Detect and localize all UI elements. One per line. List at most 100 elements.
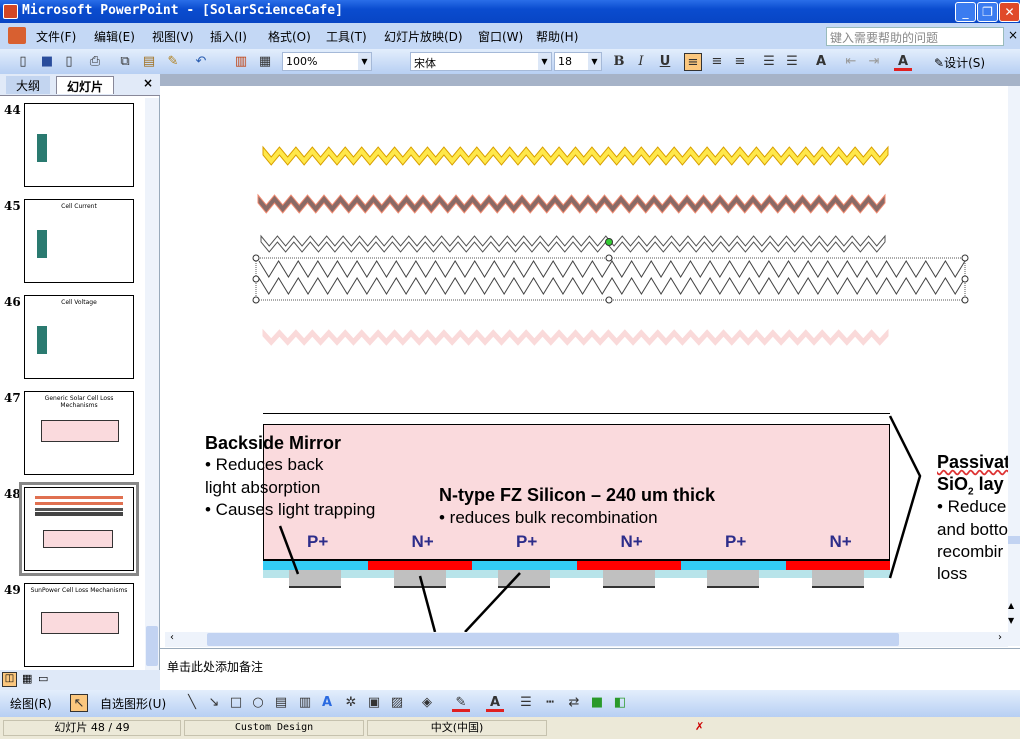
menu-file[interactable]: 文件(F) [36,28,76,45]
numbering-icon[interactable]: ☰ [760,53,778,71]
next-slide-icon[interactable]: ▼ [1008,616,1014,625]
close-pane-icon[interactable]: × [143,76,153,90]
chevron-down-icon[interactable]: ▼ [538,53,551,70]
notes-pane[interactable]: 单击此处添加备注 [160,648,1020,688]
slide-horizontal-scrollbar[interactable]: ‹ › [165,632,1008,647]
diagram-icon[interactable]: ✲ [342,694,360,712]
print-icon[interactable]: ⎙ [86,53,104,71]
font-size-select[interactable]: 18 ▼ [554,52,602,71]
slide-sorter-icon[interactable]: ▦ [22,672,32,685]
table-icon[interactable]: ▦ [256,53,274,71]
menu-window[interactable]: 窗口(W) [478,28,523,45]
zoom-value: 100% [286,55,318,68]
shadow-icon[interactable]: ■ [588,694,606,712]
powerpoint-app-icon[interactable] [3,4,18,19]
menu-format[interactable]: 格式(O) [268,28,311,45]
slide-thumbnail[interactable] [19,482,139,576]
slide-canvas[interactable]: P+ N+ P+ N+ P+ N+ Backside Mirror • Reduces b… [165,86,1008,632]
scroll-right-icon[interactable]: › [993,632,1007,647]
menu-slideshow[interactable]: 幻灯片放映(D) [384,28,463,45]
permission-icon[interactable]: ▯ [60,53,78,71]
menu-view[interactable]: 视图(V) [152,28,194,45]
draw-menu[interactable]: 绘图(R) [10,695,52,712]
scroll-thumb[interactable] [1008,536,1020,544]
slide-vertical-scrollbar[interactable]: ▲ ▼ [1008,86,1020,646]
passivation-bullet-4: loss [937,564,968,583]
scroll-thumb[interactable] [146,626,158,666]
lay-text: lay [973,474,1004,494]
design-button[interactable]: ✎设计(S) [934,54,985,71]
normal-view-icon[interactable]: ◫ [2,672,17,687]
slide-counter: 幻灯片 48 / 49 [3,720,181,736]
slide-thumbnail[interactable] [24,103,134,187]
chevron-down-icon[interactable]: ▼ [588,53,601,70]
line-icon[interactable]: ╲ [183,694,201,712]
status-bar: 幻灯片 48 / 49 Custom Design 中文(中国) ✗ [0,717,1020,739]
align-right-button[interactable]: ≡ [731,53,749,71]
font-color-icon[interactable]: A [486,694,504,712]
arrow-style-icon[interactable]: ⇄ [565,694,583,712]
picture-icon[interactable]: ▨ [388,694,406,712]
help-search-input[interactable]: 键入需要帮助的问题 [826,27,1004,46]
rectangle-icon[interactable]: □ [227,694,245,712]
font-color-icon[interactable]: A [894,53,912,71]
wordart-icon[interactable]: A [318,694,336,712]
vertical-textbox-icon[interactable]: ▥ [296,694,314,712]
spelling-icon[interactable]: ✗ [695,720,704,733]
menu-help[interactable]: 帮助(H) [536,28,578,45]
passivation-bullet-3: recombir [937,542,1004,561]
oval-icon[interactable]: ○ [249,694,267,712]
underline-button[interactable]: U [656,53,674,71]
previous-slide-icon[interactable]: ▲ [1008,601,1014,610]
decrease-indent-icon[interactable]: ⇤ [842,53,860,71]
slide-thumbnail[interactable]: Cell Voltage [24,295,134,379]
paste-icon[interactable]: ▤ [140,53,158,71]
menu-edit[interactable]: 编辑(E) [94,28,135,45]
arrow-icon[interactable]: ↘ [205,694,223,712]
slide-thumbnail-title: Cell Current [61,203,97,210]
scroll-thumb[interactable] [207,633,899,646]
slideshow-view-icon[interactable]: ▭ [38,672,48,685]
restore-button[interactable]: ❐ [977,2,998,22]
select-pointer-icon[interactable]: ↖ [70,694,88,712]
fill-color-icon[interactable]: ◈ [418,694,436,712]
standard-toolbar: ▯ ■ ▯ ⎙ ⧉ ▤ ✎ ↶ ▥ ▦ 100% ▼ 宋体 ▼ 18 ▼ B I U … [0,49,1020,74]
close-document-icon[interactable]: × [1008,28,1018,42]
dash-style-icon[interactable]: ┅ [541,694,559,712]
slide-thumbnail[interactable]: Cell Current [24,199,134,283]
new-icon[interactable]: ▯ [14,53,32,71]
menu-tools[interactable]: 工具(T) [326,28,367,45]
minimize-button[interactable]: _ [955,2,976,22]
zoom-select[interactable]: 100% ▼ [282,52,372,71]
document-icon[interactable] [8,27,26,44]
tab-slides[interactable]: 幻灯片 [56,76,115,94]
slides-pane-scrollbar[interactable] [145,98,159,670]
line-style-icon[interactable]: ☰ [517,694,535,712]
line-color-icon[interactable]: ✎ [452,694,470,712]
format-painter-icon[interactable]: ✎ [164,53,182,71]
autoshapes-menu[interactable]: 自选图形(U) [100,695,166,712]
chevron-down-icon[interactable]: ▼ [358,53,371,70]
undo-icon[interactable]: ↶ [192,53,210,71]
menu-insert[interactable]: 插入(I) [210,28,247,45]
slide-thumbnail[interactable]: Generic Solar Cell Loss Mechanisms [24,391,134,475]
save-icon[interactable]: ■ [38,53,56,71]
italic-button[interactable]: I [632,53,650,71]
font-select[interactable]: 宋体 ▼ [410,52,552,71]
slide-thumbnail[interactable]: SunPower Cell Loss Mechanisms [24,583,134,667]
chart-icon[interactable]: ▥ [232,53,250,71]
align-center-button[interactable]: ≡ [708,53,726,71]
close-button[interactable]: ✕ [999,2,1020,22]
bold-button[interactable]: B [610,53,628,71]
copy-icon[interactable]: ⧉ [116,53,134,71]
bullets-icon[interactable]: ☰ [783,53,801,71]
tab-outline[interactable]: 大纲 [6,76,51,94]
align-left-button[interactable]: ≡ [684,53,702,71]
increase-indent-icon[interactable]: ⇥ [865,53,883,71]
increase-font-icon[interactable]: A [812,53,830,71]
scroll-left-icon[interactable]: ‹ [165,632,179,647]
3d-icon[interactable]: ◧ [611,694,629,712]
clipart-icon[interactable]: ▣ [365,694,383,712]
textbox-icon[interactable]: ▤ [272,694,290,712]
thumbnail-graphic [41,420,119,442]
